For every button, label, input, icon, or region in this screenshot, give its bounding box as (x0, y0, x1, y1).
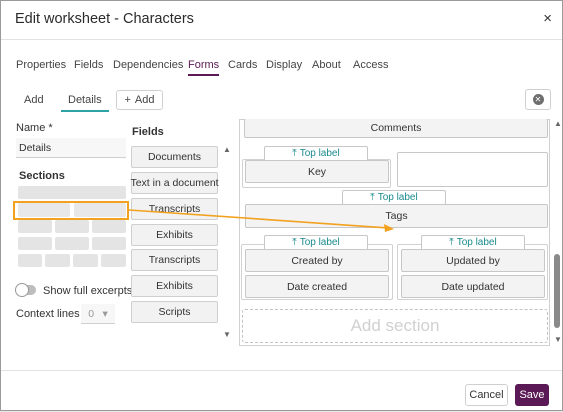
fields-label: Fields (132, 126, 164, 138)
section-cell[interactable] (92, 237, 126, 250)
tab-about[interactable]: About (312, 59, 341, 71)
tab-access[interactable]: Access (353, 59, 388, 71)
field-key[interactable]: Key (245, 160, 389, 183)
plus-icon: + (124, 94, 131, 106)
tab-cards[interactable]: Cards (228, 59, 257, 71)
save-button[interactable]: Save (515, 384, 549, 406)
field-date-created[interactable]: Date created (245, 275, 389, 298)
show-full-excerpts-toggle[interactable] (15, 283, 36, 297)
subtab-details[interactable]: Details (61, 94, 109, 112)
canvas-scrollbar-thumb[interactable] (554, 254, 560, 328)
empty-cell[interactable] (397, 152, 548, 187)
tab-properties[interactable]: Properties (16, 59, 66, 71)
canvas-scroll-down-icon[interactable]: ▼ (554, 335, 562, 344)
tab-dependencies[interactable]: Dependencies (113, 59, 183, 71)
context-lines-select[interactable]: 0 ▾ (81, 304, 115, 324)
top-label-tags[interactable]: ⤒ Top label (342, 190, 446, 204)
sections-label: Sections (19, 170, 65, 182)
align-top-icon: ⤒ (292, 148, 297, 159)
section-cell[interactable] (55, 220, 89, 233)
cancel-button[interactable]: Cancel (465, 384, 508, 406)
edit-worksheet-dialog: Edit worksheet - Characters × Properties… (0, 0, 563, 411)
field-tags[interactable]: Tags (245, 204, 548, 228)
section-row-1[interactable] (18, 186, 126, 199)
section-cell[interactable] (18, 254, 42, 267)
field-transcripts[interactable]: Transcripts (131, 198, 218, 220)
top-label-created[interactable]: ⤒ Top label (264, 235, 368, 249)
field-exhibits[interactable]: Exhibits (131, 224, 218, 246)
align-top-icon: ⤒ (449, 237, 454, 248)
name-label: Name * (16, 122, 53, 134)
close-circle-icon: ✕ (532, 94, 544, 105)
top-label-text: Top label (299, 148, 340, 159)
close-icon[interactable]: × (543, 10, 552, 27)
field-created-by[interactable]: Created by (245, 249, 389, 272)
show-full-excerpts-label: Show full excerpts (43, 285, 133, 297)
tab-fields[interactable]: Fields (74, 59, 103, 71)
add-section-dropzone[interactable]: Add section (242, 309, 548, 343)
section-cell[interactable] (55, 237, 89, 250)
align-top-icon: ⤒ (292, 237, 297, 248)
fields-scroll-down-icon[interactable]: ▼ (223, 330, 231, 339)
clear-button[interactable]: ✕ (525, 89, 551, 110)
field-text-in-document[interactable]: Text in a document (130, 172, 219, 194)
name-field[interactable] (16, 138, 126, 158)
top-label-key[interactable]: ⤒ Top label (264, 146, 368, 160)
highlight-callout-box (13, 201, 129, 220)
section-cell[interactable] (18, 220, 52, 233)
canvas-scroll-up-icon[interactable]: ▲ (554, 119, 562, 128)
fields-scroll-up-icon[interactable]: ▲ (223, 145, 231, 154)
subtab-add[interactable]: Add (24, 94, 44, 106)
add-form-button[interactable]: + Add (116, 90, 163, 110)
section-cell[interactable] (45, 254, 70, 267)
tab-display[interactable]: Display (266, 59, 302, 71)
context-lines-label: Context lines (16, 308, 80, 320)
field-exhibits-2[interactable]: Exhibits (131, 275, 218, 297)
align-top-icon: ⤒ (370, 192, 375, 203)
top-label-text: Top label (456, 237, 497, 248)
section-cell[interactable] (18, 237, 52, 250)
context-lines-value: 0 (88, 307, 95, 320)
field-documents[interactable]: Documents (131, 146, 218, 168)
tab-forms[interactable]: Forms (188, 59, 220, 76)
field-comments[interactable]: Comments (244, 119, 548, 138)
add-form-label: Add (134, 94, 155, 106)
footer-divider (1, 370, 562, 371)
field-transcripts-2[interactable]: Transcripts (131, 249, 218, 271)
dialog-title: Edit worksheet - Characters (15, 11, 194, 27)
field-scripts[interactable]: Scripts (131, 301, 218, 323)
header-divider (1, 39, 562, 40)
top-label-updated[interactable]: ⤒ Top label (421, 235, 525, 249)
toggle-knob (15, 283, 29, 297)
section-cell[interactable] (92, 220, 126, 233)
chevron-down-icon: ▾ (102, 307, 108, 320)
section-cell[interactable] (101, 254, 126, 267)
section-cell[interactable] (73, 254, 98, 267)
field-date-updated[interactable]: Date updated (401, 275, 545, 298)
field-updated-by[interactable]: Updated by (401, 249, 545, 272)
top-label-text: Top label (377, 192, 418, 203)
top-label-text: Top label (299, 237, 340, 248)
